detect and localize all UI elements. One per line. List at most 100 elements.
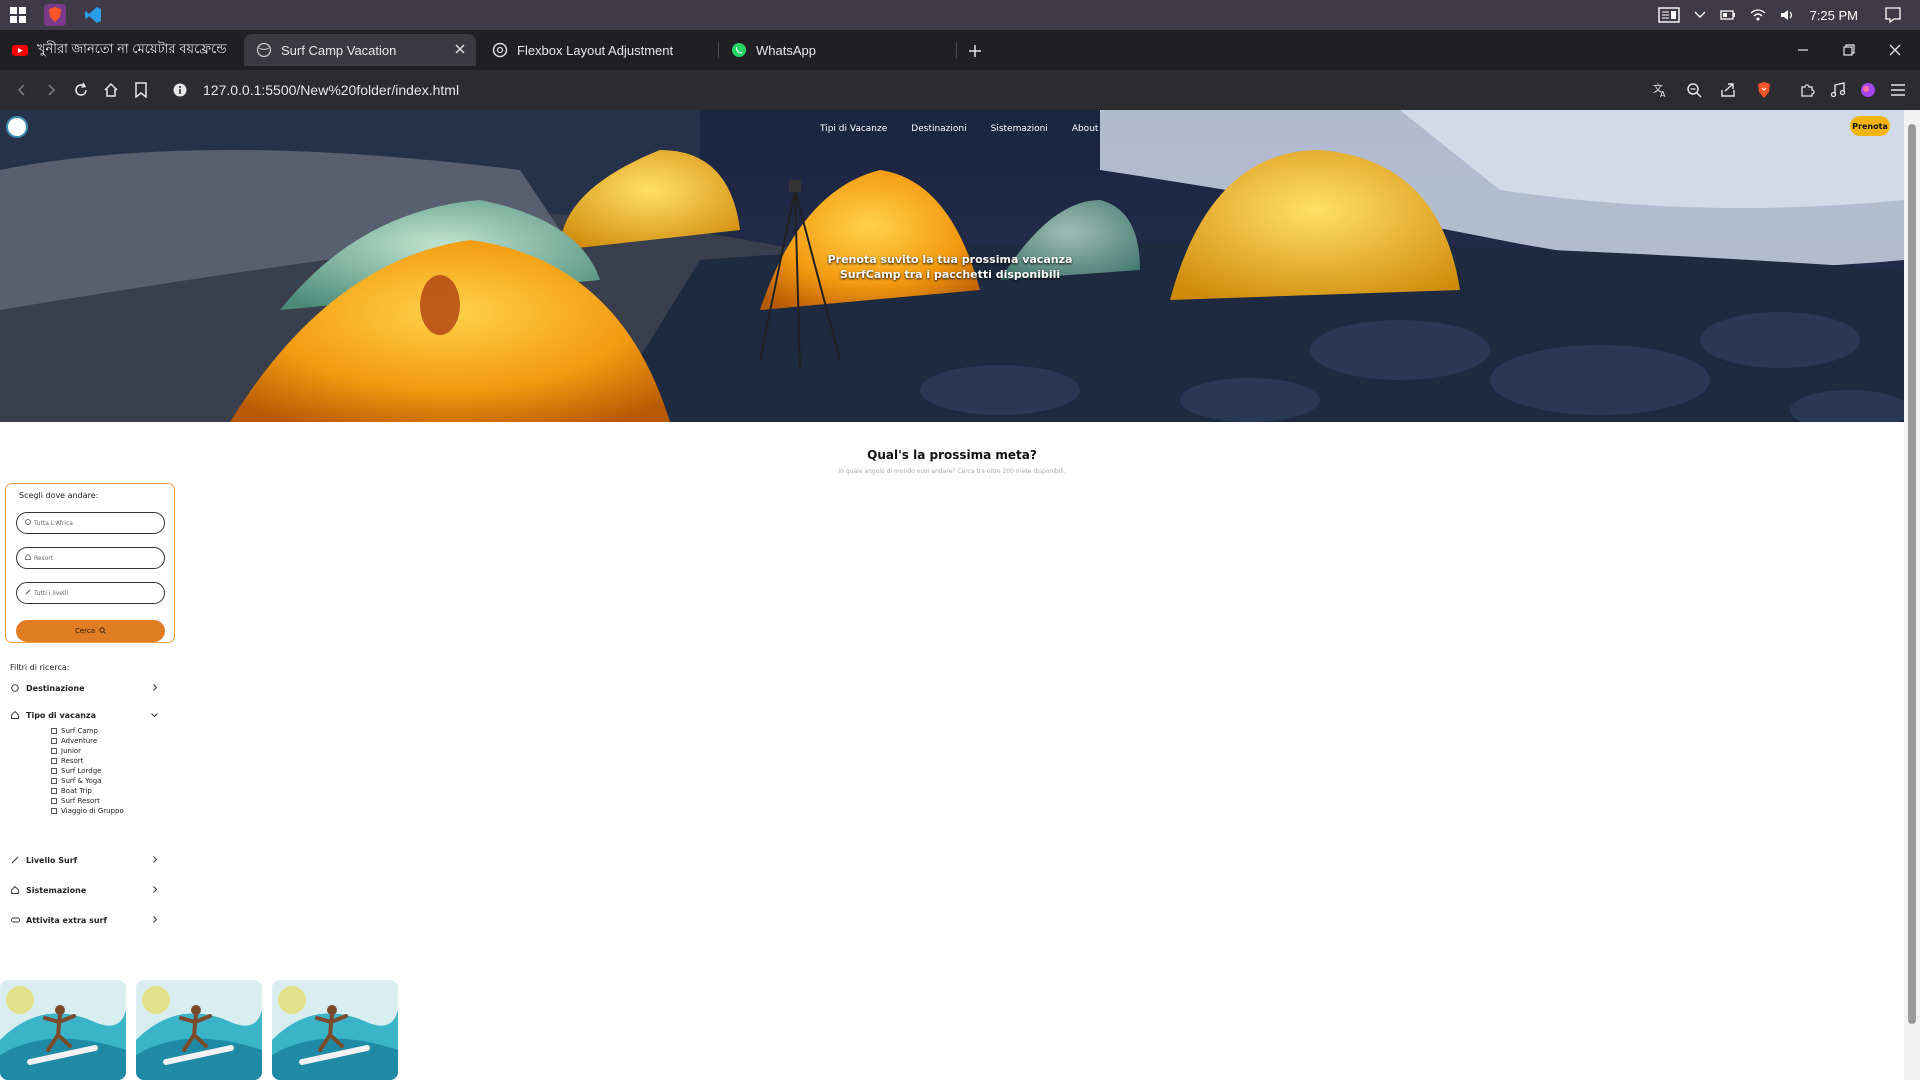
address-bar[interactable]: 127.0.0.1:5500/New%20folder/index.html (203, 82, 459, 98)
chevron-right-icon (152, 885, 158, 895)
search-label: Scegli dove andare: (19, 491, 99, 500)
nav-tipi-di-vacanze[interactable]: Tipi di Vacanze (820, 124, 887, 134)
surf-card-image[interactable] (0, 980, 126, 1080)
vscode-taskbar-icon[interactable] (82, 4, 104, 26)
tab-label: খুনীরা জানতো না মেয়েটার বয়ফ্রেন্ডে (37, 40, 227, 56)
destination-field[interactable]: Tutta L'Africa (16, 512, 165, 534)
filter-destinazione[interactable]: Destinazione (10, 681, 158, 695)
brave-taskbar-icon[interactable] (44, 4, 66, 26)
nav-sistemazioni[interactable]: Sistemazioni (991, 124, 1048, 134)
youtube-icon (12, 42, 28, 58)
surfboard-icon (10, 856, 20, 864)
volume-icon[interactable] (1780, 9, 1796, 21)
chevron-right-icon (152, 855, 158, 865)
media-icon[interactable] (1828, 80, 1848, 100)
surf-card-image[interactable] (136, 980, 262, 1080)
destination-placeholder: Tutta L'Africa (34, 519, 73, 527)
nav-destinazioni[interactable]: Destinazioni (911, 124, 966, 134)
checkbox-viaggio-di-gruppo[interactable]: Viaggio di Gruppo (51, 806, 124, 816)
zoom-icon[interactable] (1684, 80, 1704, 100)
chevron-up-icon[interactable] (1694, 11, 1706, 19)
forward-icon[interactable] (41, 80, 61, 100)
hero-headline-line1: Prenota suvito la tua prossima vacanza (827, 253, 1073, 266)
globe-icon (25, 519, 31, 527)
tab-whatsapp[interactable]: WhatsApp (731, 34, 951, 66)
filter-label: Destinazione (26, 683, 85, 693)
checkbox-surf-lordge[interactable]: Surf Lordge (51, 766, 124, 776)
menu-icon[interactable] (1888, 80, 1908, 100)
restore-icon[interactable] (1826, 30, 1872, 70)
back-icon[interactable] (12, 80, 32, 100)
checkbox-adventure[interactable]: Adventure (51, 736, 124, 746)
filter-attivita-extra-surf[interactable]: Attivita extra surf (10, 913, 158, 927)
surfer-illustration (0, 980, 126, 1080)
clock-time[interactable]: 7:25 PM (1810, 8, 1858, 23)
tab-youtube[interactable]: খুনীরা জানতো না মেয়েটার বয়ফ্রেন্ডে (12, 34, 232, 66)
tab-flexbox[interactable]: Flexbox Layout Adjustment (492, 34, 712, 66)
reload-icon[interactable] (71, 80, 91, 100)
nav-about[interactable]: About (1072, 124, 1099, 134)
whatsapp-icon (731, 42, 747, 58)
tab-surf-camp[interactable]: Surf Camp Vacation (244, 34, 476, 66)
tab-label: WhatsApp (756, 42, 816, 58)
close-window-icon[interactable] (1872, 30, 1918, 70)
filters-title: Filtri di ricerca: (10, 663, 70, 672)
chatgpt-icon (492, 42, 508, 58)
filter-sistemazione[interactable]: Sistemazione (10, 883, 158, 897)
filter-label: Attivita extra surf (26, 915, 107, 925)
minimize-icon[interactable] (1780, 30, 1826, 70)
hero-banner: Tipi di Vacanze Destinazioni Sistemazion… (0, 110, 1904, 422)
checkbox-boat-trip[interactable]: Boat Trip (51, 786, 124, 796)
home-icon[interactable] (101, 80, 121, 100)
checkbox-surf-yoga[interactable]: Surf & Yoga (51, 776, 124, 786)
home-icon (10, 886, 20, 894)
cerca-button[interactable]: Cerca (16, 620, 165, 642)
svg-text:A: A (1660, 90, 1666, 98)
extensions-icon[interactable] (1797, 80, 1817, 100)
web-page: Tipi di Vacanze Destinazioni Sistemazion… (0, 110, 1904, 1080)
surfer-illustration (136, 980, 262, 1080)
share-icon[interactable] (1718, 80, 1738, 100)
close-tab-icon[interactable] (454, 43, 466, 58)
level-placeholder: Tutti i livelli (34, 589, 68, 597)
news-icon[interactable] (1657, 7, 1680, 23)
leo-ai-icon[interactable] (1858, 80, 1878, 100)
tab-label: Surf Camp Vacation (281, 42, 397, 58)
cerca-label: Cerca (74, 627, 96, 635)
section-title: Qual's la prossima meta? (867, 448, 1037, 462)
site-logo[interactable] (6, 116, 28, 138)
stay-field[interactable]: Resort (16, 547, 165, 569)
section-subtitle: In quale angolo di mondo vuoi andare? Ce… (838, 468, 1066, 475)
chevron-right-icon (152, 915, 158, 925)
browser-tab-bar: খুনীরা জানতো না মেয়েটার বয়ফ্রেন্ডে Sur… (0, 30, 1920, 70)
hero-headline: Prenota suvito la tua prossima vacanza S… (760, 252, 1140, 282)
checkbox-junior[interactable]: Junior (51, 746, 124, 756)
checkbox-surf-camp[interactable]: Surf Camp (51, 726, 124, 736)
new-tab-icon[interactable] (968, 43, 982, 62)
main-nav: Tipi di Vacanze Destinazioni Sistemazion… (820, 124, 1098, 134)
filter-tipo-di-vacanza[interactable]: Tipo di vacanza (10, 708, 158, 722)
os-taskbar: 7:25 PM (0, 0, 1920, 30)
wifi-icon[interactable] (1750, 9, 1766, 21)
filter-label: Sistemazione (26, 885, 87, 895)
bookmark-icon[interactable] (131, 80, 151, 100)
chevron-right-icon (152, 683, 158, 693)
home-icon (25, 554, 31, 562)
scrollbar-thumb[interactable] (1908, 124, 1916, 1024)
surf-card-image[interactable] (272, 980, 398, 1080)
level-field[interactable]: Tutti i livelli (16, 582, 165, 604)
site-info-icon[interactable] (170, 80, 190, 100)
chevron-down-icon (151, 711, 158, 720)
prenota-button[interactable]: Prenota (1850, 116, 1890, 136)
surfer-illustration (272, 980, 398, 1080)
windows-start-icon[interactable] (10, 7, 26, 23)
notification-icon[interactable] (1884, 6, 1902, 24)
translate-icon[interactable]: 文A (1650, 80, 1670, 100)
brave-shields-icon[interactable] (1754, 80, 1774, 100)
page-scrollbar[interactable] (1904, 110, 1920, 1080)
battery-icon[interactable] (1719, 9, 1736, 21)
globe-icon (256, 42, 272, 58)
filter-livello-surf[interactable]: Livello Surf (10, 853, 158, 867)
checkbox-resort[interactable]: Resort (51, 756, 124, 766)
checkbox-surf-resort[interactable]: Surf Resort (51, 796, 124, 806)
